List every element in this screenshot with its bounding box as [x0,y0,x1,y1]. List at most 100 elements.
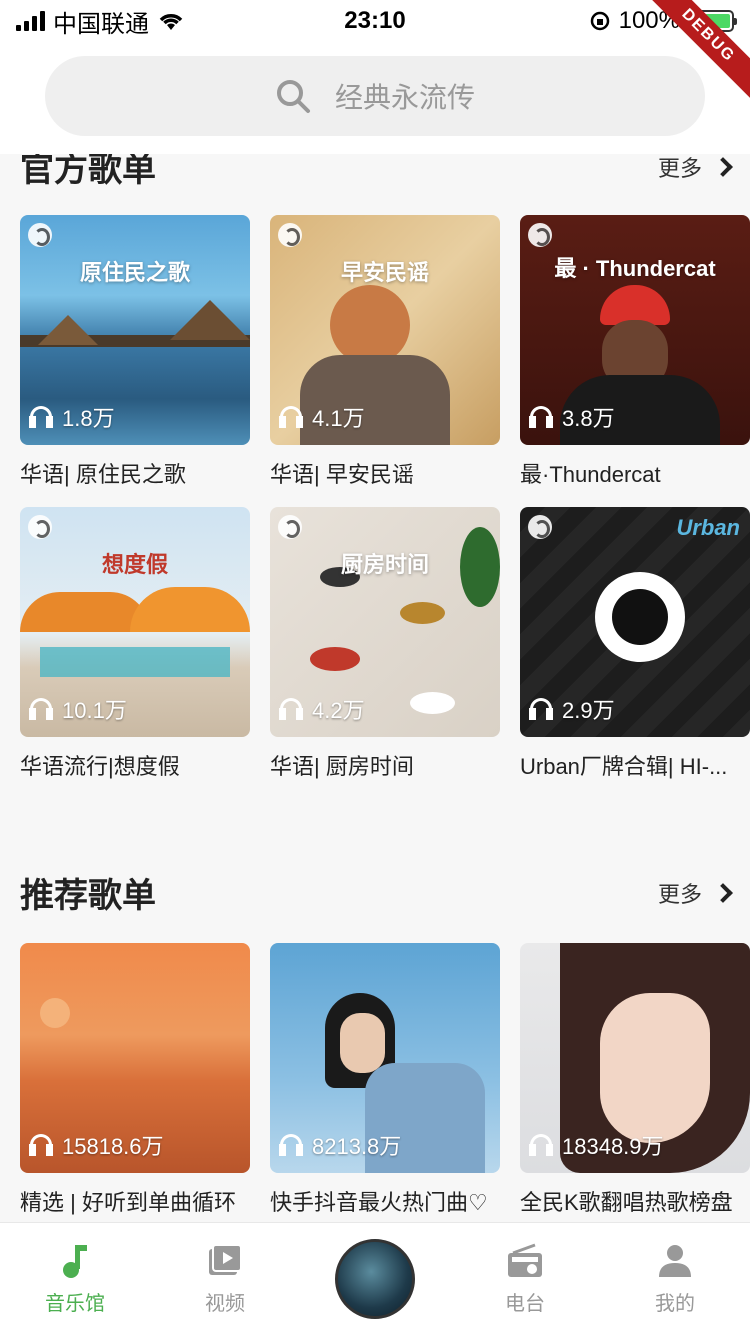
play-count: 15818.6万 [29,1129,164,1161]
playlist-cover: 18348.9万 [520,943,750,1173]
wifi-icon [159,14,183,30]
playlist-card[interactable]: 8213.8万 快手抖音最火热门曲♡ [270,943,500,1217]
playlist-cover: Urban 2.9万 [520,507,750,737]
playlist-caption: 精选 | 好听到单曲循环 [20,1190,236,1215]
recommend-section-header: 推荐歌单 更多 [20,868,733,917]
playlist-caption: 华语| 早安民谣 [270,462,414,487]
headphones-icon [29,698,53,720]
play-count-value: 1.8万 [62,406,115,431]
playlist-card[interactable]: 想度假 10.1万 华语流行|想度假 [20,507,250,781]
more-label: 更多 [657,881,702,907]
clock: 23:10 [344,7,406,34]
playlist-caption: 华语| 原住民之歌 [20,462,186,487]
play-count: 8213.8万 [279,1129,402,1161]
status-left: 中国联通 [16,4,296,39]
playlist-cover: 15818.6万 [20,943,250,1173]
tab-label: 电台 [505,1293,545,1315]
playlist-card[interactable]: 15818.6万 精选 | 好听到单曲循环 [20,943,250,1217]
signal-icon [16,11,45,31]
playlist-card[interactable]: 早安民谣 4.1万 华语| 早安民谣 [270,215,500,489]
brand-icon [528,515,552,539]
play-count-value: 8213.8万 [312,1134,402,1159]
playlist-cover: 想度假 10.1万 [20,507,250,737]
headphones-icon [279,406,303,428]
cover-title: Urban [676,515,740,540]
tab-music-hall[interactable]: 音乐馆 [0,1223,150,1334]
playlist-card[interactable]: 厨房时间 4.2万 华语| 厨房时间 [270,507,500,781]
bottom-tab-bar: 音乐馆 视频 电台 我的 [0,1222,750,1334]
play-count: 4.1万 [279,401,365,433]
official-more-button[interactable]: 更多 [657,151,733,183]
radio-icon [508,1243,542,1277]
headphones-icon [529,406,553,428]
playlist-caption: 全民K歌翻唱热歌榜盘 [520,1190,733,1215]
playlist-cover: 原住民之歌 1.8万 [20,215,250,445]
playlist-cover: 早安民谣 4.1万 [270,215,500,445]
headphones-icon [29,406,53,428]
headphones-icon [279,1134,303,1156]
brand-icon [28,223,52,247]
user-icon [659,1245,691,1277]
search-icon [276,80,310,113]
play-count: 2.9万 [529,693,615,725]
playlist-card[interactable]: 18348.9万 全民K歌翻唱热歌榜盘 [520,943,750,1217]
tab-radio[interactable]: 电台 [450,1223,600,1334]
cover-title: 想度假 [101,552,168,577]
play-count-value: 2.9万 [562,698,615,723]
album-disc-icon [335,1238,415,1319]
playlist-card[interactable]: 原住民之歌 1.8万 华语| 原住民之歌 [20,215,250,489]
tab-label: 我的 [655,1293,695,1315]
playlist-cover: 8213.8万 [270,943,500,1173]
rotation-lock-icon [590,11,609,31]
recommend-more-button[interactable]: 更多 [657,877,733,909]
tab-mine[interactable]: 我的 [600,1223,750,1334]
headphones-icon [29,1134,53,1156]
brand-icon [278,515,302,539]
play-count-value: 15818.6万 [62,1134,164,1159]
play-count-value: 18348.9万 [562,1134,664,1159]
more-label: 更多 [657,155,702,181]
headphones-icon [529,698,553,720]
playlist-caption: 最·Thundercat [520,462,661,487]
chevron-right-icon [713,882,733,903]
headphones-icon [279,698,303,720]
tab-label: 视频 [205,1293,245,1315]
search-input[interactable]: 经典永流传 [45,56,705,136]
playlist-cover: 厨房时间 4.2万 [270,507,500,737]
tab-video[interactable]: 视频 [150,1223,300,1334]
chevron-right-icon [713,156,733,177]
play-count-value: 4.2万 [312,698,365,723]
brand-icon [528,223,552,247]
cover-title: 最 · Thundercat [554,256,716,281]
play-count: 4.2万 [279,693,365,725]
cover-title: 厨房时间 [340,552,429,577]
tab-label: 音乐馆 [45,1293,105,1315]
play-count: 18348.9万 [529,1129,664,1161]
play-count-value: 10.1万 [62,698,127,723]
play-count: 1.8万 [29,401,115,433]
playlist-caption: 快手抖音最火热门曲♡ [270,1190,488,1215]
headphones-icon [529,1134,553,1156]
playlist-caption: 华语流行|想度假 [20,754,180,779]
playlist-caption: 华语| 厨房时间 [270,754,414,779]
carrier-label: 中国联通 [53,10,149,38]
playlist-cover: 最 · Thundercat 3.8万 [520,215,750,445]
status-bar: 中国联通 23:10 100% [0,0,750,42]
brand-icon [28,515,52,539]
play-count-value: 4.1万 [312,406,365,431]
search-placeholder: 经典永流传 [334,82,475,113]
playlist-card[interactable]: Urban 2.9万 Urban厂牌合辑| HI-... [520,507,750,781]
now-playing-disc[interactable] [300,1223,450,1334]
section-title-recommend: 推荐歌单 [20,877,156,915]
playlist-caption: Urban厂牌合辑| HI-... [520,754,728,779]
play-count: 10.1万 [29,693,127,725]
brand-icon [278,223,302,247]
music-note-icon [63,1245,87,1278]
playlist-card[interactable]: 最 · Thundercat 3.8万 最·Thundercat [520,215,750,489]
cover-title: 原住民之歌 [79,260,190,285]
search-bar: 经典永流传 [0,42,750,154]
play-count: 3.8万 [529,401,615,433]
play-count-value: 3.8万 [562,406,615,431]
cover-title: 早安民谣 [340,260,429,285]
video-icon [209,1244,242,1275]
